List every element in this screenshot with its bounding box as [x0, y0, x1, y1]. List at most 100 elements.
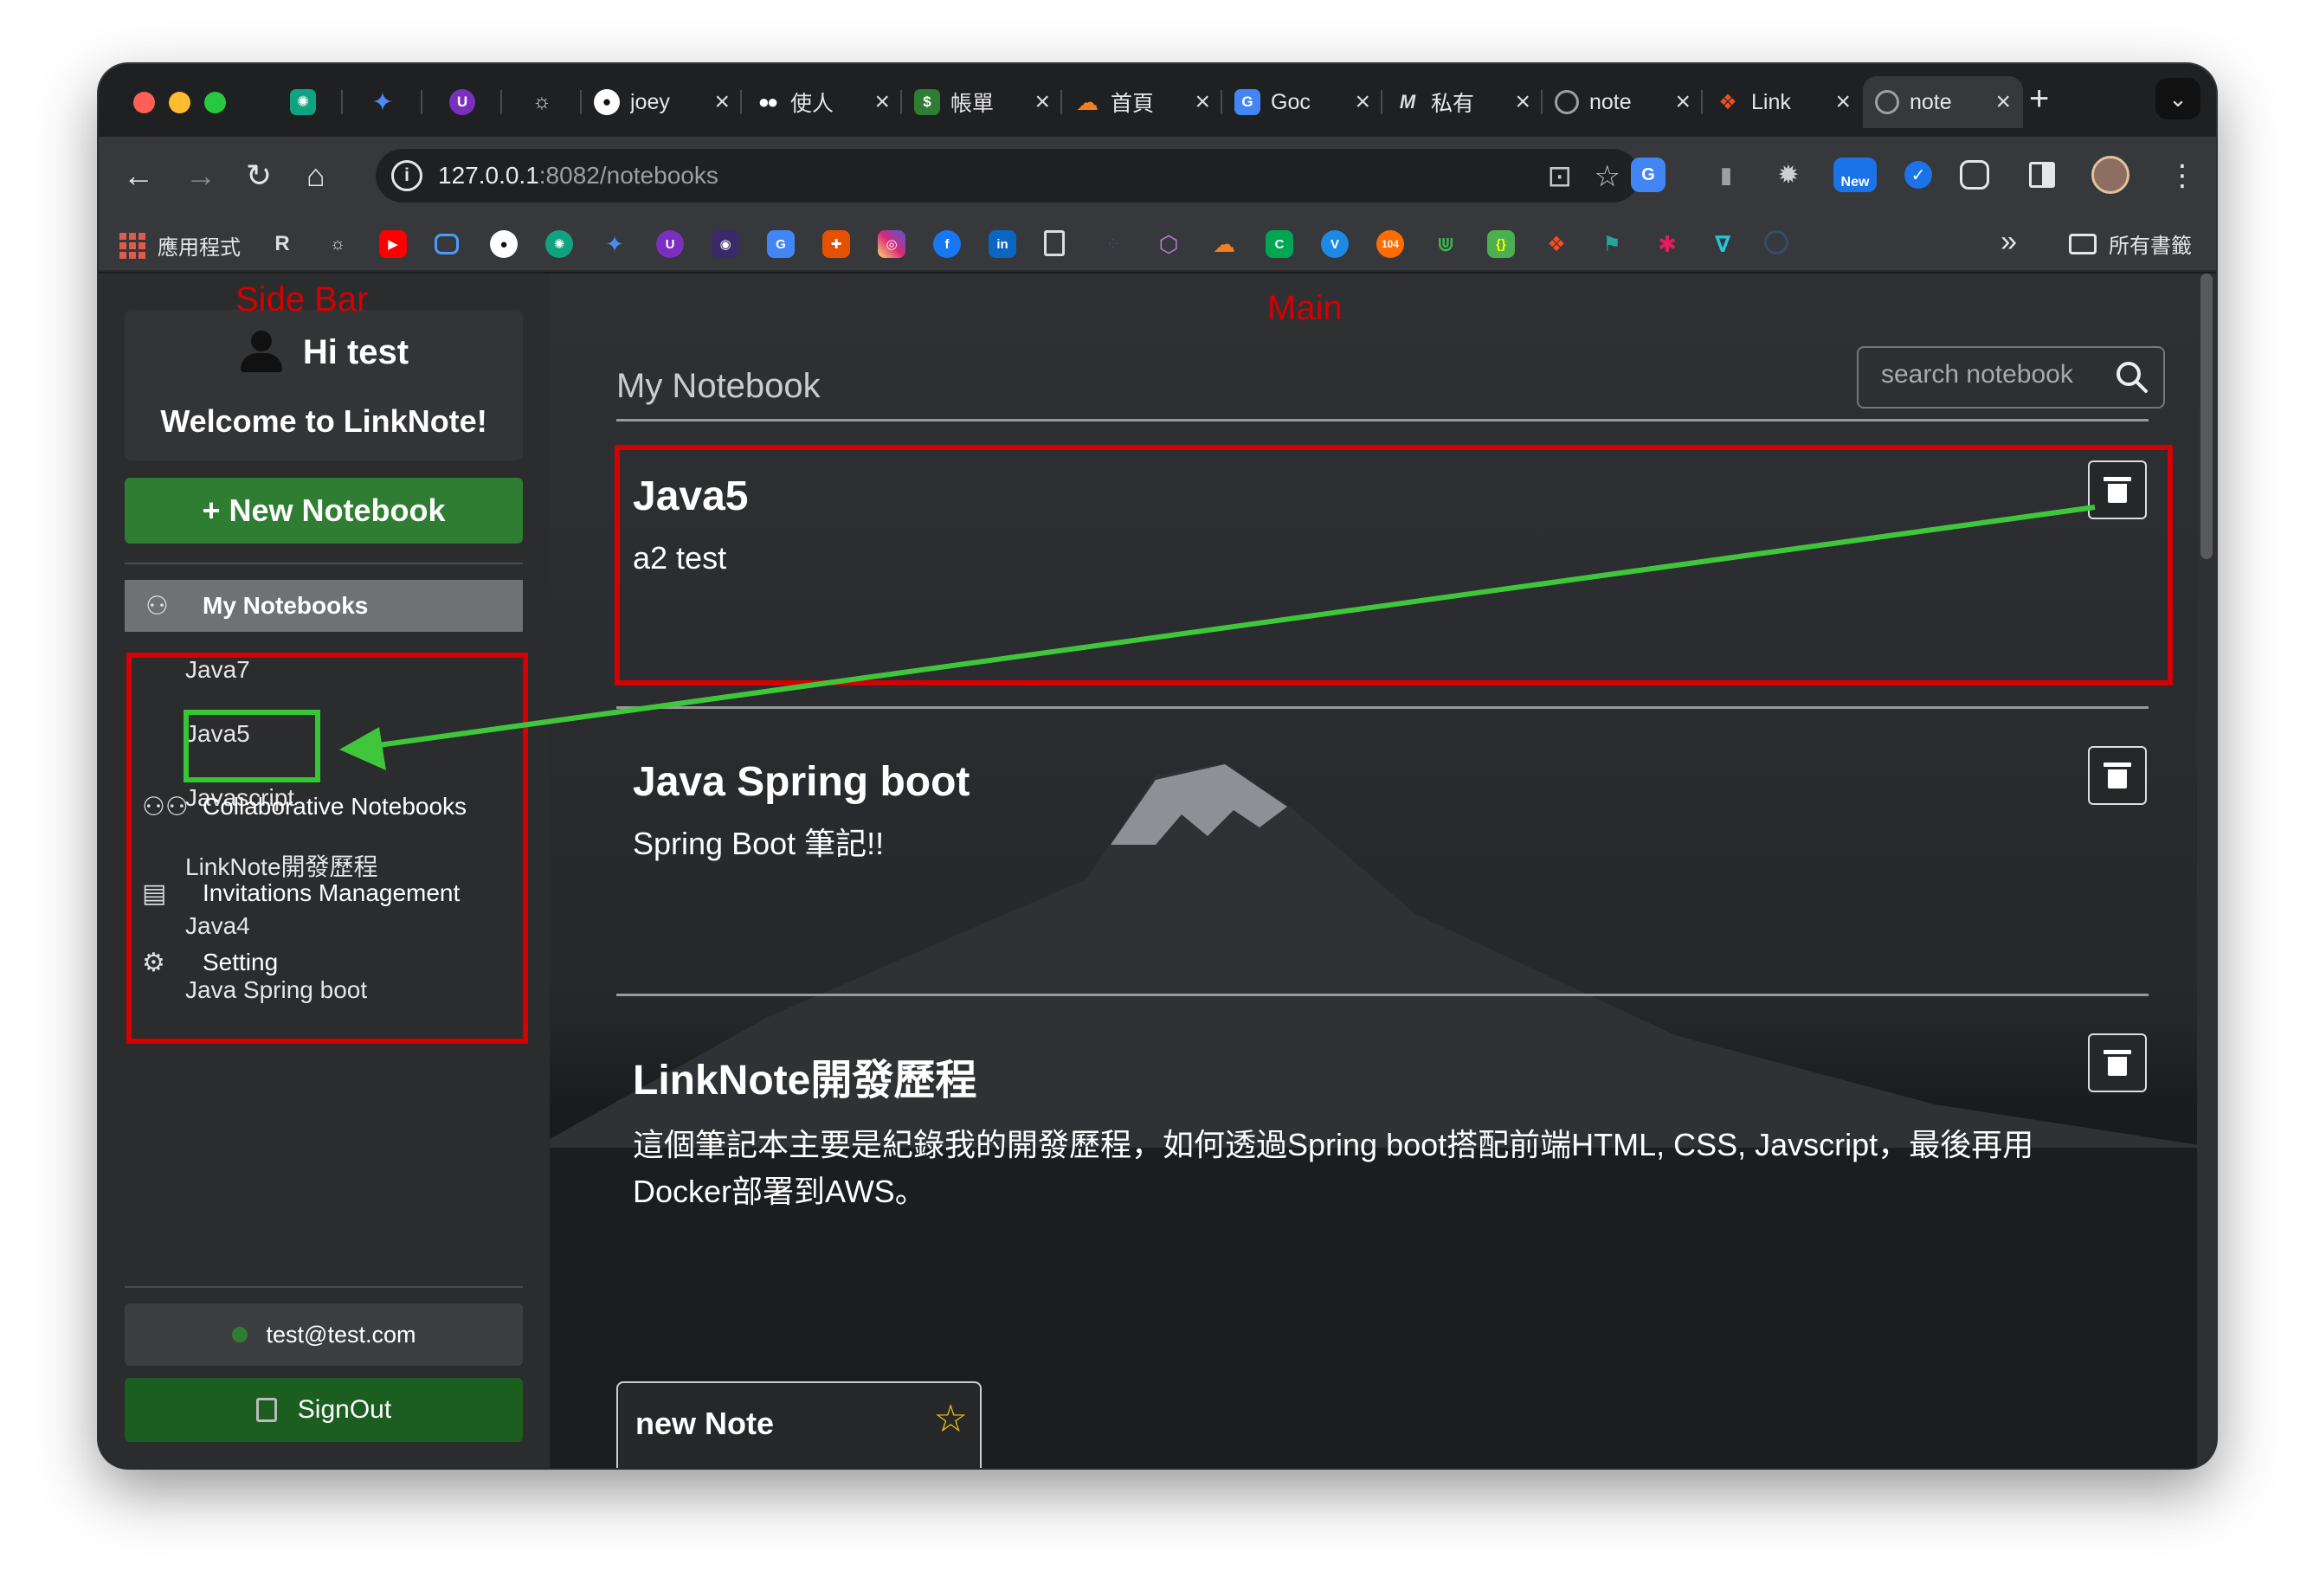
- notebook-card-java5[interactable]: Java5 a2 test: [616, 438, 2149, 680]
- facebook-icon[interactable]: f: [933, 230, 961, 258]
- doc-bookmark-icon[interactable]: [1044, 230, 1065, 256]
- gemini-bookmark-icon[interactable]: ✦: [601, 230, 628, 258]
- delete-notebook-button[interactable]: [2088, 460, 2147, 519]
- nav-my-notebooks[interactable]: ⚇ My Notebooks: [125, 580, 523, 632]
- notebook-card-java-spring-boot[interactable]: Java Spring boot Spring Boot 筆記!!: [616, 724, 2149, 983]
- tab-google-translate[interactable]: G Goc ×: [1222, 76, 1382, 128]
- notebook-card-linknote[interactable]: LinkNote開發歷程 這個筆記本主要是紀錄我的開發歷程，如何透過Spring…: [616, 1011, 2149, 1357]
- avatar[interactable]: [2091, 156, 2129, 194]
- forward-button[interactable]: →: [185, 156, 216, 196]
- pinned-tab-settings[interactable]: ☼: [502, 76, 582, 128]
- search-notebook-input[interactable]: search notebook: [1857, 346, 2165, 409]
- scrollbar-thumb[interactable]: [2200, 274, 2213, 559]
- notebook-item-java7[interactable]: Java7: [185, 656, 250, 684]
- document-icon: ▤: [142, 878, 167, 908]
- search-icon[interactable]: [2113, 358, 2151, 396]
- close-tab-icon[interactable]: ×: [1835, 87, 1851, 117]
- figma-bookmark-icon[interactable]: ❖: [1543, 230, 1570, 258]
- mouse-ext-icon[interactable]: ▮: [1709, 158, 1743, 192]
- close-tab-icon[interactable]: ×: [1675, 87, 1691, 117]
- tab-medium[interactable]: ●● 使人 ×: [742, 76, 902, 128]
- dots-bookmark-icon[interactable]: ⁘: [1099, 230, 1127, 258]
- pinned-tab-chatgpt[interactable]: ✺: [263, 76, 343, 128]
- cloudflare-bookmark-icon[interactable]: ☁: [1210, 230, 1238, 258]
- bookmarks-overflow-icon[interactable]: »: [2001, 225, 2017, 259]
- cube-bookmark-icon[interactable]: ⬡: [1155, 230, 1182, 258]
- tab-private[interactable]: M 私有 ×: [1382, 76, 1543, 128]
- bracket-bookmark-icon[interactable]: {}: [1487, 230, 1515, 258]
- note-card[interactable]: new Note ☆: [616, 1381, 982, 1468]
- instagram-icon[interactable]: ◎: [878, 230, 905, 258]
- star-icon[interactable]: ☆: [934, 1397, 968, 1441]
- person-icon: ⚇: [145, 591, 169, 621]
- pinned-tab-gemini[interactable]: ✦: [343, 76, 422, 128]
- c-bookmark-icon[interactable]: C: [1266, 230, 1293, 258]
- tab-cloudflare[interactable]: ☁ 首頁 ×: [1062, 76, 1222, 128]
- github-bookmark-icon[interactable]: ●: [490, 230, 518, 258]
- linkedin-icon[interactable]: in: [989, 230, 1016, 258]
- minimize-window-button[interactable]: [169, 92, 190, 113]
- page-scrollbar[interactable]: [2197, 274, 2216, 1468]
- ublock-bookmark-icon[interactable]: U: [656, 230, 684, 258]
- translate-ext-icon[interactable]: G: [1631, 158, 1665, 192]
- new-ext-icon[interactable]: New: [1833, 158, 1877, 192]
- v-shape-bookmark-icon[interactable]: ∇: [1709, 230, 1736, 258]
- leaf-bookmark-icon[interactable]: ⋓: [1432, 230, 1459, 258]
- youtube-icon[interactable]: ▶: [379, 230, 407, 258]
- tab-active-notebooks[interactable]: note ×: [1863, 76, 2023, 128]
- translate-page-icon[interactable]: ⊡: [1548, 159, 1573, 194]
- close-tab-icon[interactable]: ×: [1355, 87, 1370, 117]
- nav-collaborative-notebooks[interactable]: ⚇⚇ Collaborative Notebooks: [125, 782, 523, 831]
- chatgpt-bookmark-icon[interactable]: ✺: [545, 230, 573, 258]
- close-window-button[interactable]: [133, 92, 155, 113]
- notebook-name: Java5: [633, 473, 749, 519]
- puzzle-icon[interactable]: [1960, 160, 1989, 190]
- maximize-window-button[interactable]: [204, 92, 226, 113]
- tab-github[interactable]: ● joey ×: [582, 76, 742, 128]
- nav-invitations-management[interactable]: ▤ Invitations Management: [125, 869, 523, 917]
- bookmark-apps[interactable]: 應用程式: [119, 230, 241, 261]
- site-info-icon[interactable]: i: [391, 160, 422, 191]
- close-tab-icon[interactable]: ×: [1995, 87, 2011, 117]
- r-bookmark-icon[interactable]: R: [268, 230, 296, 258]
- all-bookmarks-folder[interactable]: 所有書籤: [2069, 228, 2192, 259]
- bookmark-star-icon[interactable]: ☆: [1595, 159, 1620, 194]
- more-menu-icon[interactable]: ⋮: [2168, 156, 2197, 196]
- nav-setting[interactable]: ⚙ Setting: [125, 938, 523, 987]
- sun-bookmark-icon[interactable]: ☼: [324, 230, 351, 258]
- close-tab-icon[interactable]: ×: [1034, 87, 1050, 117]
- delete-notebook-button[interactable]: [2088, 1033, 2147, 1092]
- close-tab-icon[interactable]: ×: [714, 87, 730, 117]
- tab-bills[interactable]: $ 帳單 ×: [902, 76, 1062, 128]
- new-notebook-button[interactable]: + New Notebook: [125, 478, 523, 544]
- circle-bookmark-icon[interactable]: [1764, 230, 1788, 254]
- close-tab-icon[interactable]: ×: [1195, 87, 1210, 117]
- new-tab-button[interactable]: +: [2029, 80, 2049, 119]
- tv-bookmark-icon[interactable]: [435, 234, 459, 254]
- office-bookmark-icon[interactable]: ✚: [822, 230, 850, 258]
- gear-ext-icon[interactable]: ✹: [1771, 158, 1806, 192]
- tab-search-button[interactable]: ⌄: [2155, 78, 2200, 119]
- close-tab-icon[interactable]: ×: [1515, 87, 1530, 117]
- bookmarks-bar: 應用程式 R ☼ ▶ ● ✺ ✦ U ◉ G ✚ ◎ f in ⁘ ⬡ ☁ C …: [99, 215, 2216, 272]
- url-text[interactable]: 127.0.0.1:8082/notebooks: [438, 162, 718, 190]
- tab-figma[interactable]: ❖ Link ×: [1703, 76, 1863, 128]
- address-bar[interactable]: i 127.0.0.1:8082/notebooks ⊡ ☆: [376, 149, 1640, 203]
- signout-button[interactable]: SignOut: [125, 1378, 523, 1442]
- notebook-item-java5[interactable]: Java5: [185, 720, 250, 748]
- camera-bookmark-icon[interactable]: ◉: [712, 230, 739, 258]
- reload-button[interactable]: ↻: [246, 156, 272, 196]
- translate-bookmark-icon[interactable]: G: [767, 230, 795, 258]
- delete-notebook-button[interactable]: [2088, 746, 2147, 805]
- home-button[interactable]: ⌂: [306, 156, 325, 196]
- side-panel-icon[interactable]: [2029, 162, 2055, 188]
- pinned-tab-ublock[interactable]: U: [422, 76, 502, 128]
- slack-icon[interactable]: ✱: [1653, 230, 1681, 258]
- check-ext-icon[interactable]: ✓: [1904, 161, 1932, 189]
- close-tab-icon[interactable]: ×: [874, 87, 890, 117]
- flag-bookmark-icon[interactable]: ⚑: [1598, 230, 1626, 258]
- tab-notes[interactable]: note ×: [1543, 76, 1703, 128]
- 104-bookmark-icon[interactable]: 104: [1376, 230, 1404, 258]
- v-bookmark-icon[interactable]: V: [1321, 230, 1349, 258]
- back-button[interactable]: ←: [123, 156, 154, 196]
